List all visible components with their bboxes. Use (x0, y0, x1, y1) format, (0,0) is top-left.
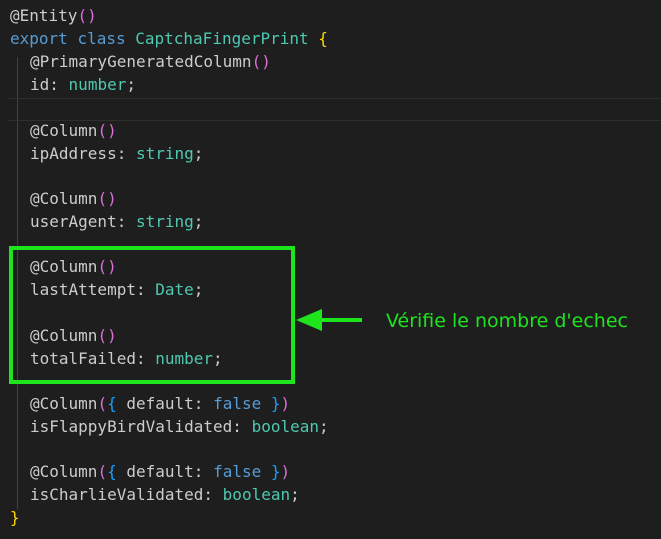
current-line-highlight (8, 98, 661, 121)
brace-close: } (270, 394, 281, 413)
keyword-export: export (10, 29, 68, 48)
paren-close: ) (280, 462, 291, 481)
type-name: string (135, 144, 194, 163)
highlight-box (9, 246, 295, 384)
paren-close: ) (261, 52, 271, 71)
left-arrow-icon (296, 309, 362, 331)
semicolon: ; (126, 75, 136, 94)
code-line-3[interactable]: @PrimaryGeneratedColumn() (30, 51, 271, 74)
colon: : (232, 417, 242, 436)
property-name: ipAddress (30, 144, 117, 163)
property-name: isFlappyBirdValidated (30, 417, 233, 436)
code-line-23[interactable]: } (10, 507, 20, 530)
decorator: @Column (30, 462, 98, 481)
code-line-4[interactable]: id: number; (30, 74, 136, 97)
paren-close: ) (107, 121, 117, 140)
colon: : (116, 212, 127, 231)
decorator: @Column (30, 189, 98, 208)
code-line-21[interactable]: @Column({ default: false }) (30, 461, 290, 484)
property-name: userAgent (30, 212, 117, 231)
keyword-class: class (77, 29, 126, 48)
brace-open: { (318, 29, 328, 48)
paren-open: ( (97, 121, 108, 140)
option-key: default (126, 462, 194, 481)
code-line-18[interactable]: @Column({ default: false }) (30, 393, 290, 416)
code-line-10[interactable]: userAgent: string; (30, 211, 203, 234)
semicolon: ; (319, 417, 329, 436)
class-name: CaptchaFingerPrint (135, 29, 309, 48)
paren-open: ( (97, 189, 108, 208)
property-name: isCharlieValidated (30, 485, 204, 504)
type-name: boolean (222, 485, 291, 504)
annotation-text: Vérifie le nombre d'echec (386, 310, 628, 332)
brace-open: { (107, 462, 117, 481)
type-name: boolean (251, 417, 320, 436)
decorator: @Column (30, 121, 98, 140)
option-value: false (213, 394, 262, 413)
type-name: number (68, 75, 127, 94)
decorator: @Entity (10, 6, 78, 25)
paren-close: ) (87, 6, 97, 25)
colon: : (49, 75, 59, 94)
brace-close: } (10, 508, 20, 527)
paren-close: ) (107, 189, 117, 208)
brace-close: } (270, 462, 281, 481)
semicolon: ; (193, 212, 204, 231)
semicolon: ; (290, 485, 300, 504)
code-line-19[interactable]: isFlappyBirdValidated: boolean; (30, 416, 329, 439)
colon: : (203, 485, 214, 504)
paren-open: ( (77, 6, 88, 25)
property-name: id (30, 75, 50, 94)
brace-open: { (107, 394, 117, 413)
option-key: default (126, 394, 194, 413)
type-name: string (135, 212, 194, 231)
paren-close: ) (280, 394, 291, 413)
code-editor[interactable]: @Entity() export class CaptchaFingerPrin… (0, 0, 661, 539)
code-line-22[interactable]: isCharlieValidated: boolean; (30, 484, 300, 507)
paren-open: ( (97, 394, 108, 413)
code-line-6[interactable]: @Column() (30, 120, 117, 143)
semicolon: ; (193, 144, 204, 163)
code-line-2[interactable]: export class CaptchaFingerPrint { (10, 28, 328, 51)
decorator: @PrimaryGeneratedColumn (30, 52, 252, 71)
decorator: @Column (30, 394, 98, 413)
paren-open: ( (97, 462, 108, 481)
colon: : (193, 462, 204, 481)
colon: : (116, 144, 127, 163)
code-line-7[interactable]: ipAddress: string; (30, 143, 203, 166)
option-value: false (213, 462, 262, 481)
colon: : (193, 394, 204, 413)
code-line-1[interactable]: @Entity() (10, 5, 97, 28)
code-line-9[interactable]: @Column() (30, 188, 117, 211)
paren-open: ( (251, 52, 262, 71)
